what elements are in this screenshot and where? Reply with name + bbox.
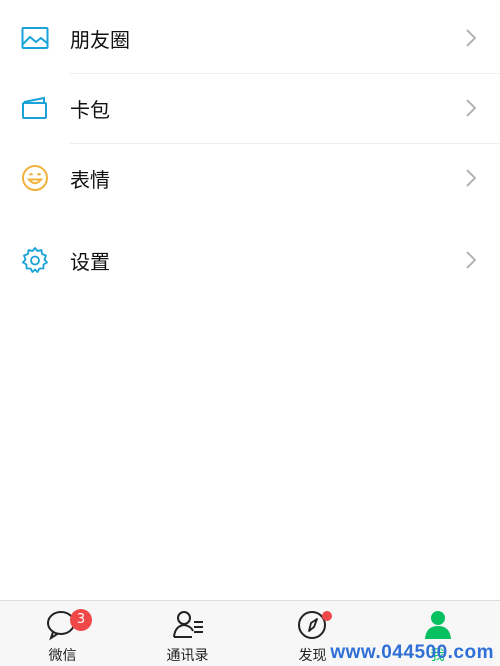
tab-label: 通讯录 xyxy=(166,648,209,664)
menu-item-label: 卡包 xyxy=(70,97,110,122)
tab-label: 微信 xyxy=(48,648,77,664)
person-icon xyxy=(422,609,454,641)
menu-group: 朋友圈 卡包 表情 xyxy=(0,0,500,215)
unread-badge: 3 xyxy=(70,609,92,631)
tab-contacts[interactable]: 通讯录 xyxy=(125,601,250,666)
menu-item-label: 朋友圈 xyxy=(70,27,130,52)
photo-icon xyxy=(20,23,50,53)
menu-item-label: 表情 xyxy=(70,167,110,192)
chevron-right-icon xyxy=(464,27,478,49)
menu-item-stickers[interactable]: 表情 xyxy=(0,143,500,213)
menu-item-moments[interactable]: 朋友圈 xyxy=(0,3,500,73)
watermark: www.044500.com xyxy=(330,642,494,663)
menu-group: 设置 xyxy=(0,225,500,295)
smiley-icon xyxy=(20,163,50,193)
new-dot-badge xyxy=(322,611,332,621)
contacts-icon xyxy=(172,609,204,641)
chevron-right-icon xyxy=(464,249,478,271)
card-icon xyxy=(20,93,50,123)
chevron-right-icon xyxy=(464,167,478,189)
section-gap xyxy=(0,215,500,225)
gear-icon xyxy=(20,245,50,275)
menu-item-card-pack[interactable]: 卡包 xyxy=(0,73,500,143)
menu-item-settings[interactable]: 设置 xyxy=(0,225,500,295)
tab-chats[interactable]: 3 微信 xyxy=(0,601,125,666)
menu-item-label: 设置 xyxy=(70,249,110,274)
chevron-right-icon xyxy=(464,97,478,119)
